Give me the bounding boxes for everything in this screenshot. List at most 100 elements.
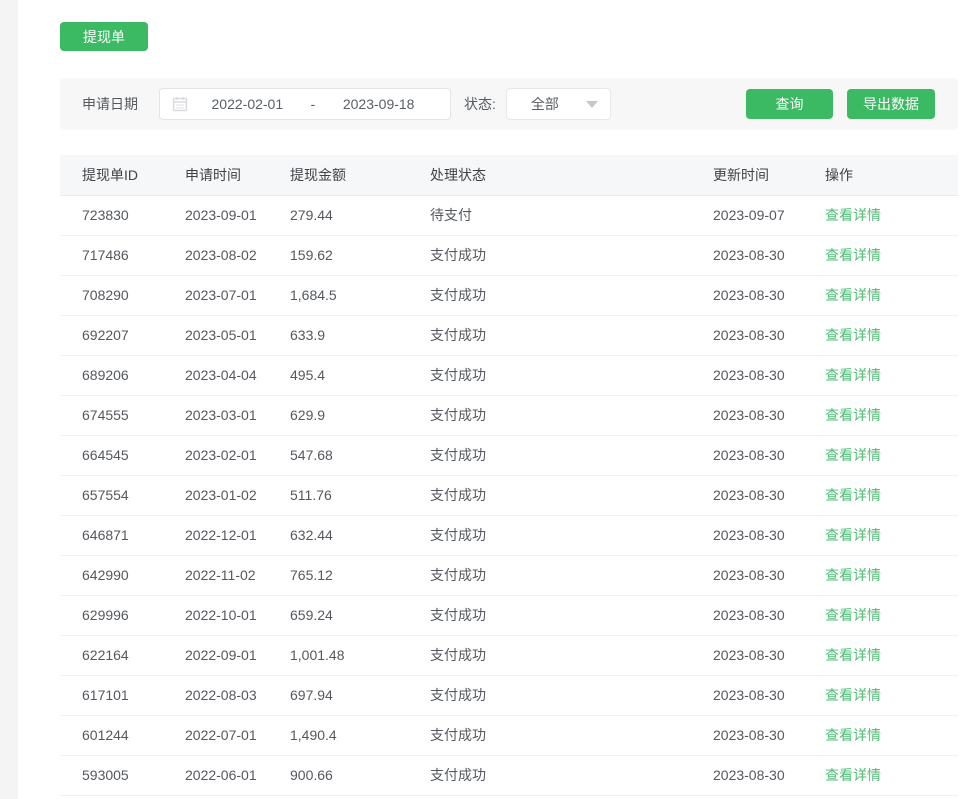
cell-withdrawal-id: 593005 [60,755,185,795]
cell-amount: 633.9 [290,315,430,355]
table-row: 708290 2023-07-01 1,684.5 支付成功 2023-08-3… [60,275,958,315]
col-header-withdrawal-id: 提现单ID [60,155,185,195]
cell-amount: 900.66 [290,755,430,795]
view-details-link[interactable]: 查看详情 [825,607,881,623]
tab-withdrawal-orders[interactable]: 提现单 [60,22,148,51]
table-row: 692207 2023-05-01 633.9 支付成功 2023-08-30 … [60,315,958,355]
table-row: 689206 2023-04-04 495.4 支付成功 2023-08-30 … [60,355,958,395]
cell-amount: 159.62 [290,235,430,275]
cell-withdrawal-id: 692207 [60,315,185,355]
cell-withdrawal-id: 708290 [60,275,185,315]
view-details-link[interactable]: 查看详情 [825,647,881,663]
cell-status: 支付成功 [430,435,713,475]
view-details-link[interactable]: 查看详情 [825,527,881,543]
cell-actions: 查看详情 [825,355,958,395]
withdrawals-table: 提现单ID 申请时间 提现金额 处理状态 更新时间 操作 723830 2023… [60,155,958,796]
view-details-link[interactable]: 查看详情 [825,247,881,263]
view-details-link[interactable]: 查看详情 [825,727,881,743]
query-button[interactable]: 查询 [746,89,833,119]
cell-actions: 查看详情 [825,635,958,675]
cell-withdrawal-id: 674555 [60,395,185,435]
cell-actions: 查看详情 [825,275,958,315]
cell-actions: 查看详情 [825,675,958,715]
cell-actions: 查看详情 [825,435,958,475]
table-row: 642990 2022-11-02 765.12 支付成功 2023-08-30… [60,555,958,595]
cell-withdrawal-id: 622164 [60,635,185,675]
status-selected-value: 全部 [531,94,586,114]
cell-update-time: 2023-08-30 [713,395,825,435]
table-row: 629996 2022-10-01 659.24 支付成功 2023-08-30… [60,595,958,635]
view-details-link[interactable]: 查看详情 [825,767,881,783]
cell-update-time: 2023-08-30 [713,755,825,795]
cell-update-time: 2023-08-30 [713,355,825,395]
cell-withdrawal-id: 657554 [60,475,185,515]
cell-status: 支付成功 [430,555,713,595]
cell-actions: 查看详情 [825,755,958,795]
view-details-link[interactable]: 查看详情 [825,567,881,583]
cell-apply-time: 2022-09-01 [185,635,290,675]
cell-apply-time: 2022-08-03 [185,675,290,715]
cell-apply-time: 2022-11-02 [185,555,290,595]
cell-apply-time: 2023-05-01 [185,315,290,355]
cell-status: 支付成功 [430,515,713,555]
chevron-down-icon [586,101,598,108]
cell-actions: 查看详情 [825,315,958,355]
cell-apply-time: 2023-02-01 [185,435,290,475]
cell-status: 支付成功 [430,715,713,755]
cell-amount: 1,684.5 [290,275,430,315]
cell-apply-time: 2022-10-01 [185,595,290,635]
cell-actions: 查看详情 [825,235,958,275]
table-row: 674555 2023-03-01 629.9 支付成功 2023-08-30 … [60,395,958,435]
filter-bar: 申请日期 2022-02-01 - 2023-09-18 状态: 全部 [60,78,958,130]
date-end-value[interactable]: 2023-09-18 [319,96,438,112]
cell-update-time: 2023-08-30 [713,635,825,675]
cell-status: 支付成功 [430,315,713,355]
view-details-link[interactable]: 查看详情 [825,367,881,383]
cell-withdrawal-id: 646871 [60,515,185,555]
cell-actions: 查看详情 [825,555,958,595]
table-row: 617101 2022-08-03 697.94 支付成功 2023-08-30… [60,675,958,715]
view-details-link[interactable]: 查看详情 [825,487,881,503]
cell-update-time: 2023-08-30 [713,315,825,355]
view-details-link[interactable]: 查看详情 [825,687,881,703]
view-details-link[interactable]: 查看详情 [825,407,881,423]
cell-update-time: 2023-08-30 [713,275,825,315]
cell-apply-time: 2022-12-01 [185,515,290,555]
calendar-icon [172,96,188,112]
cell-apply-time: 2023-07-01 [185,275,290,315]
cell-amount: 1,001.48 [290,635,430,675]
col-header-actions: 操作 [825,155,958,195]
cell-status: 支付成功 [430,395,713,435]
cell-actions: 查看详情 [825,515,958,555]
view-details-link[interactable]: 查看详情 [825,207,881,223]
cell-status: 支付成功 [430,755,713,795]
view-details-link[interactable]: 查看详情 [825,327,881,343]
export-data-button[interactable]: 导出数据 [847,89,935,119]
cell-amount: 511.76 [290,475,430,515]
cell-update-time: 2023-08-30 [713,435,825,475]
cell-withdrawal-id: 601244 [60,715,185,755]
table-row: 664545 2023-02-01 547.68 支付成功 2023-08-30… [60,435,958,475]
cell-update-time: 2023-08-30 [713,595,825,635]
cell-apply-time: 2023-09-01 [185,195,290,235]
cell-withdrawal-id: 689206 [60,355,185,395]
filter-actions: 查询 导出数据 [746,89,935,119]
table-row: 657554 2023-01-02 511.76 支付成功 2023-08-30… [60,475,958,515]
date-start-value[interactable]: 2022-02-01 [188,96,307,112]
cell-amount: 632.44 [290,515,430,555]
cell-update-time: 2023-08-30 [713,235,825,275]
col-header-apply-time: 申请时间 [185,155,290,195]
cell-withdrawal-id: 723830 [60,195,185,235]
date-range-separator: - [307,96,320,112]
cell-amount: 1,490.4 [290,715,430,755]
cell-amount: 765.12 [290,555,430,595]
cell-status: 支付成功 [430,235,713,275]
cell-update-time: 2023-08-30 [713,715,825,755]
status-select[interactable]: 全部 [506,88,611,120]
date-range-picker[interactable]: 2022-02-01 - 2023-09-18 [159,88,451,120]
cell-withdrawal-id: 717486 [60,235,185,275]
view-details-link[interactable]: 查看详情 [825,447,881,463]
cell-update-time: 2023-08-30 [713,475,825,515]
view-details-link[interactable]: 查看详情 [825,287,881,303]
cell-amount: 547.68 [290,435,430,475]
